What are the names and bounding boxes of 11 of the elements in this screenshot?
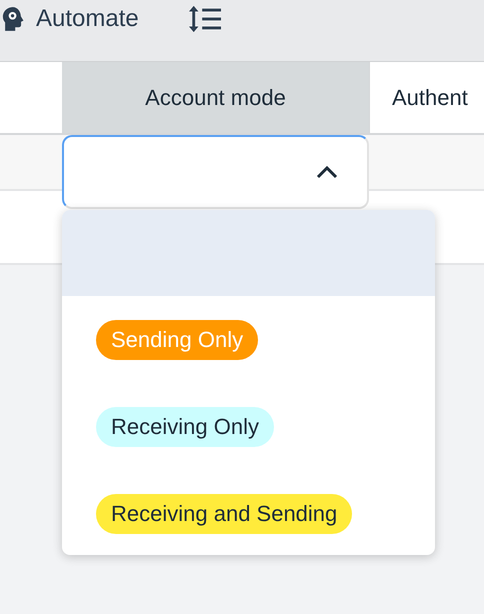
option-tag: Receiving and Sending xyxy=(96,494,352,534)
dropdown-option[interactable]: Receiving and Sending xyxy=(62,470,435,555)
dropdown-option[interactable]: Receiving Only xyxy=(62,383,435,470)
option-tag: Sending Only xyxy=(96,320,258,360)
automate-button[interactable]: Automate xyxy=(2,4,139,34)
column-header[interactable]: Account mode xyxy=(62,62,370,133)
option-tag: Receiving Only xyxy=(96,406,274,446)
select-field[interactable] xyxy=(62,135,369,209)
sort-button[interactable] xyxy=(186,4,223,34)
sort-lines-icon xyxy=(186,3,223,35)
column-header[interactable]: Authent xyxy=(370,62,484,133)
